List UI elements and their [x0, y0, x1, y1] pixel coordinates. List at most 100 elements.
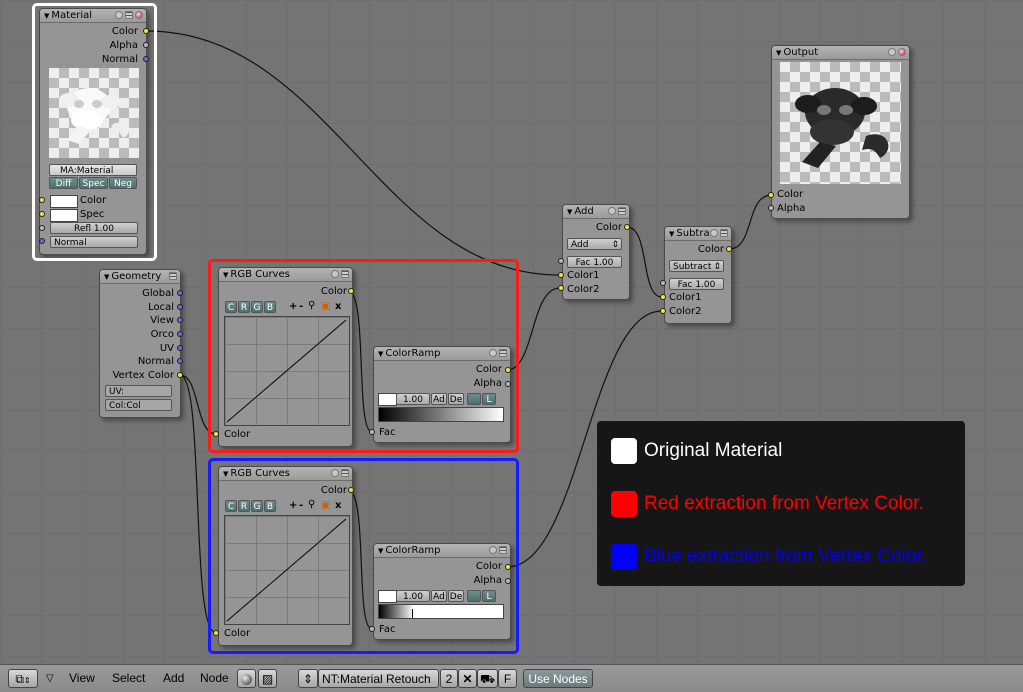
socket-subtract-color1-in[interactable]: [660, 294, 666, 300]
output-label-global: Global: [142, 288, 174, 299]
legend-panel: Original Material Red extraction from Ve…: [597, 421, 965, 586]
socket-subtract-fac-in[interactable]: [660, 280, 666, 286]
node-title: Geometry: [111, 271, 162, 282]
uv-field[interactable]: UV:: [105, 385, 172, 397]
collapse-triangle-icon[interactable]: ▼: [104, 273, 109, 281]
output-label-uv: UV: [159, 343, 174, 354]
input-label-color2: Color2: [669, 306, 702, 317]
collapse-triangle-icon[interactable]: ▼: [776, 49, 781, 57]
socket-geometry-orco[interactable]: [177, 331, 183, 337]
fac-slider[interactable]: Fac 1.00: [567, 256, 622, 268]
output-node-header[interactable]: ▼ Output: [772, 46, 909, 60]
shader-mode-button[interactable]: [237, 669, 256, 688]
node-editor-icon: ⧉: [15, 672, 24, 686]
dropdown-arrow-icon: ⇕: [713, 262, 721, 272]
preview-toggle-icon[interactable]: [710, 229, 718, 237]
collapse-triangle-icon[interactable]: ▼: [567, 208, 572, 216]
output-label-color: Color: [697, 244, 724, 255]
car-icon[interactable]: ⛟: [477, 669, 498, 688]
legend-label: Red extraction from Vertex Color.: [644, 493, 924, 514]
monkey-preview-icon: [795, 88, 889, 168]
node-menu-icon[interactable]: [618, 207, 626, 215]
legend-label: Original Material: [644, 440, 783, 461]
blend-mode-value: Add: [571, 240, 589, 250]
socket-add-fac-in[interactable]: [558, 258, 564, 264]
output-node[interactable]: ▼ Output Color Alpha: [771, 45, 910, 219]
socket-geometry-uv[interactable]: [177, 345, 183, 351]
subtract-node-header[interactable]: ▼ Subtra: [665, 227, 731, 241]
dropdown-arrow-icon: ⇕: [302, 672, 314, 686]
input-label-alpha: Alpha: [777, 203, 806, 214]
socket-subtract-color2-in[interactable]: [660, 308, 666, 314]
collapse-triangle-icon[interactable]: ▼: [669, 230, 674, 238]
white-highlight-frame: [32, 3, 157, 261]
preview-toggle-icon[interactable]: [888, 48, 896, 56]
socket-geometry-global[interactable]: [177, 290, 183, 296]
socket-geometry-normal[interactable]: [177, 358, 183, 364]
add-node-header[interactable]: ▼ Add: [563, 205, 629, 219]
fake-user-button[interactable]: F: [498, 669, 517, 688]
socket-geometry-view[interactable]: [177, 317, 183, 323]
red-highlight-frame: [208, 259, 519, 453]
collapse-menus-icon[interactable]: ▽: [46, 670, 54, 687]
blend-mode-select[interactable]: Add ⇕: [567, 238, 622, 250]
socket-add-color1-in[interactable]: [558, 272, 564, 278]
link-subtract-to-output: [728, 194, 773, 250]
socket-add-color-out[interactable]: [624, 224, 630, 230]
output-label-color: Color: [595, 222, 622, 233]
dropdown-arrow-icon: ⇕: [23, 676, 31, 685]
socket-output-alpha-in[interactable]: [768, 205, 774, 211]
socket-add-color2-in[interactable]: [558, 285, 564, 291]
legend-item-original: Original Material: [611, 436, 782, 466]
fac-slider[interactable]: Fac 1.00: [669, 278, 724, 290]
socket-subtract-color-out[interactable]: [726, 246, 732, 252]
blue-highlight-frame: [208, 458, 519, 654]
input-label-color2: Color2: [567, 284, 600, 295]
node-editor-canvas[interactable]: ▼ Material Color Alpha Normal MA:Material…: [0, 0, 1023, 664]
subtract-node[interactable]: ▼ Subtra Color Subtract ⇕ Fac 1.00 Color1 …: [664, 226, 732, 324]
node-title: Add: [574, 206, 594, 217]
input-label-color: Color: [777, 189, 804, 200]
output-label-orco: Orco: [150, 329, 174, 340]
menu-add[interactable]: Add: [163, 670, 184, 687]
nodetree-name-field[interactable]: NT:Material Retouch: [318, 669, 439, 688]
socket-geometry-local[interactable]: [177, 304, 183, 310]
blend-mode-value: Subtract: [673, 262, 712, 272]
node-menu-icon[interactable]: [169, 272, 177, 280]
users-count[interactable]: 2: [440, 669, 458, 688]
legend-swatch-white: [611, 438, 637, 464]
link-add-to-subtract: [626, 226, 663, 298]
menu-view[interactable]: View: [69, 670, 95, 687]
material-ball-icon[interactable]: [898, 48, 906, 56]
menu-node[interactable]: Node: [200, 670, 229, 687]
link-material-to-add: [145, 30, 561, 276]
composite-mode-button[interactable]: ▨: [258, 669, 277, 688]
geometry-node[interactable]: ▼ Geometry Global Local View Orco UV Norm…: [99, 269, 181, 418]
image-icon: ▨: [261, 672, 274, 686]
editor-type-menu[interactable]: ⧉⇕: [8, 669, 38, 688]
output-preview: [780, 62, 901, 184]
legend-label: Blue extraction from Vertex Color.: [644, 546, 928, 567]
output-label-view: View: [150, 315, 174, 326]
geometry-node-header[interactable]: ▼ Geometry: [100, 270, 180, 284]
socket-geometry-vertex-color[interactable]: [177, 372, 183, 378]
preview-toggle-icon[interactable]: [608, 207, 616, 215]
blend-mode-select[interactable]: Subtract ⇕: [669, 260, 724, 272]
output-label-normal: Normal: [137, 356, 174, 367]
col-field[interactable]: Col:Col: [105, 399, 172, 411]
unlink-icon[interactable]: ✕: [458, 669, 477, 688]
legend-item-red: Red extraction from Vertex Color.: [611, 489, 924, 519]
node-menu-icon[interactable]: [720, 229, 728, 237]
input-label-color1: Color1: [669, 292, 702, 303]
socket-output-color-in[interactable]: [768, 192, 774, 198]
sphere-icon: [241, 674, 252, 686]
output-label-vertex-color: Vertex Color: [112, 370, 174, 381]
use-nodes-toggle[interactable]: Use Nodes: [523, 669, 593, 688]
output-label-local: Local: [148, 302, 174, 313]
browse-nodetree-button[interactable]: ⇕: [298, 669, 318, 688]
legend-swatch-blue: [611, 544, 637, 570]
dropdown-arrow-icon: ⇕: [611, 240, 619, 250]
menu-select[interactable]: Select: [112, 670, 145, 687]
input-label-color1: Color1: [567, 270, 600, 281]
add-node[interactable]: ▼ Add Color Add ⇕ Fac 1.00 Color1 Color2: [562, 204, 630, 300]
